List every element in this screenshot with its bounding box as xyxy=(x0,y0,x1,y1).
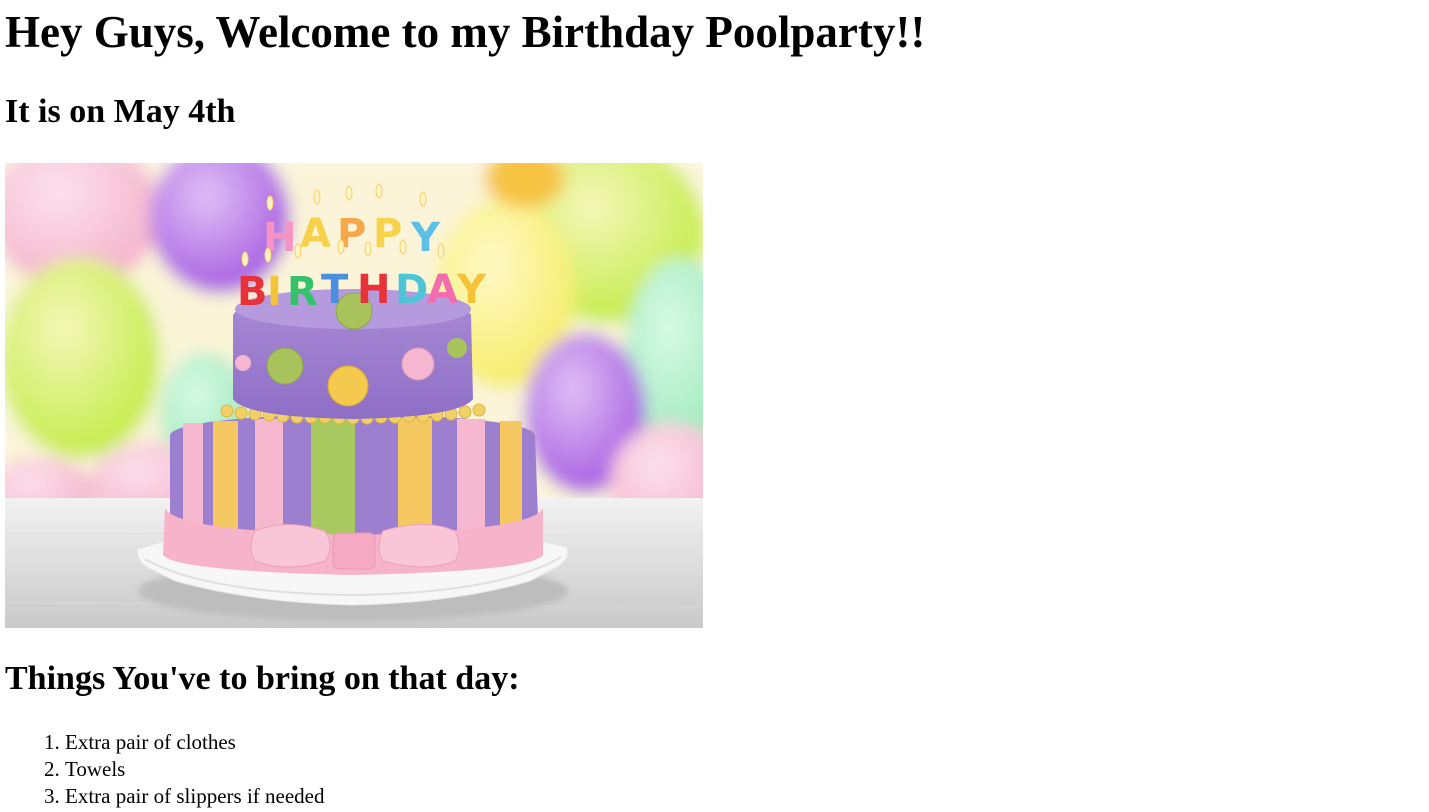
svg-text:R: R xyxy=(287,269,318,315)
list-item: Towels xyxy=(65,756,325,783)
list-item: Extra pair of clothes xyxy=(65,729,325,756)
svg-text:D: D xyxy=(395,267,428,313)
svg-text:Y: Y xyxy=(410,215,441,261)
party-date-heading: It is on May 4th xyxy=(5,93,236,130)
svg-text:T: T xyxy=(321,267,349,313)
svg-text:A: A xyxy=(300,211,331,257)
svg-text:B: B xyxy=(237,269,268,315)
svg-text:P: P xyxy=(373,211,402,257)
bring-list: Extra pair of clothes Towels Extra pair … xyxy=(0,729,325,810)
svg-text:I: I xyxy=(267,269,282,315)
svg-text:H: H xyxy=(357,267,390,313)
page-title: Hey Guys, Welcome to my Birthday Poolpar… xyxy=(5,7,926,57)
svg-text:A: A xyxy=(427,267,458,313)
svg-text:Y: Y xyxy=(456,267,487,313)
bring-list-heading: Things You've to bring on that day: xyxy=(5,660,520,697)
list-item: Extra pair of slippers if needed xyxy=(65,783,325,810)
birthday-cake-image: H A P P Y B I R T H D A Y xyxy=(5,163,703,628)
page: Hey Guys, Welcome to my Birthday Poolpar… xyxy=(0,0,1429,812)
